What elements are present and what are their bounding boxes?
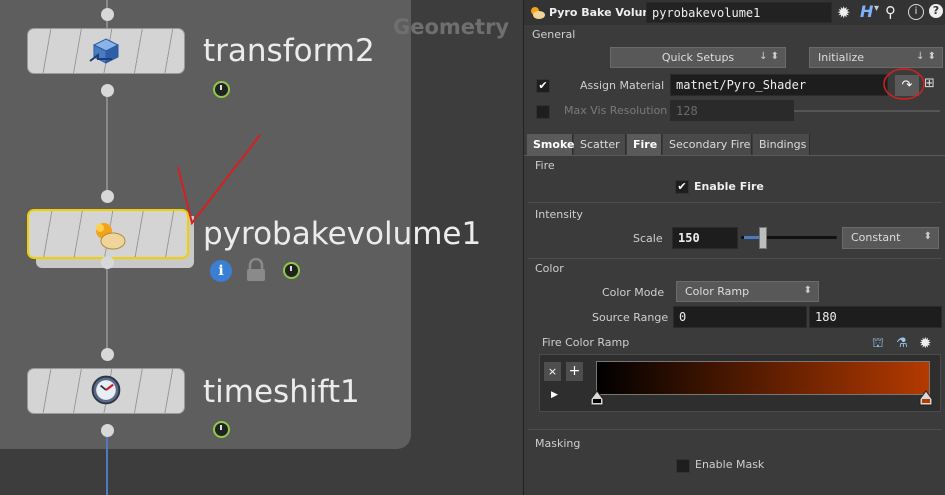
info-icon[interactable]: i [908, 4, 924, 20]
enable-mask-label: Enable Mask [695, 458, 765, 471]
lock-icon[interactable] [245, 258, 267, 282]
color-ramp-gradient[interactable] [596, 361, 930, 395]
input-connector[interactable] [101, 8, 114, 21]
ramp-preset-icon[interactable]: ⛫ [872, 336, 884, 353]
divider [528, 258, 942, 259]
assign-material-checkbox[interactable]: ✔ [536, 79, 550, 93]
info-icon[interactable]: i [210, 260, 232, 282]
wire [106, 430, 108, 495]
node-pyrobakevolume1[interactable] [27, 209, 189, 259]
ramp-key-start[interactable] [590, 390, 604, 406]
node-timeshift1[interactable] [27, 368, 185, 414]
transform-icon [89, 38, 120, 64]
node-name-transform2: transform2 [203, 33, 375, 69]
scale-slider-fill [744, 236, 760, 239]
quick-setups-label: Quick Setups [661, 51, 735, 64]
divider [528, 202, 942, 203]
node-name-field[interactable]: pyrobakevolume1 [646, 2, 832, 23]
wire [106, 262, 108, 354]
network-editor[interactable]: Geometry transform2 pyrobakevolume1 i ti… [0, 0, 523, 495]
input-connector[interactable] [101, 348, 114, 361]
annotation-circle [883, 68, 925, 100]
initialize-label: Initialize [818, 51, 865, 64]
color-mode-label: Color Mode [602, 286, 665, 299]
node-type-label: Pyro Bake Volume [549, 6, 662, 19]
input-connector[interactable] [101, 190, 114, 203]
parameter-pane: Pyro Bake Volume pyrobakevolume1 ✹ H ▾ ⚲… [523, 0, 945, 495]
output-connector[interactable] [101, 424, 114, 437]
clock-icon [213, 421, 230, 438]
scale-slider-handle[interactable] [759, 227, 767, 249]
ramp-remove-key-button[interactable]: × [544, 362, 561, 381]
annotation-check-mark [177, 134, 261, 226]
help-h-icon[interactable]: H [860, 2, 873, 21]
node-name-timeshift1: timeshift1 [203, 374, 360, 410]
enable-fire-checkbox[interactable]: ✔ [675, 180, 689, 194]
help-icon[interactable]: ? [929, 4, 943, 18]
section-general-title: General [532, 28, 576, 41]
wire [106, 90, 108, 196]
node-transform2[interactable] [27, 28, 185, 74]
initialize-menu[interactable]: Initialize ↓ ⬍ [809, 47, 943, 68]
source-range-min-field[interactable]: 0 [673, 306, 807, 328]
output-connector[interactable] [101, 84, 114, 97]
chevron-down-icon: ⬍ [803, 285, 812, 296]
gear-icon[interactable]: ✹ [919, 334, 932, 352]
context-label: Geometry [393, 15, 510, 39]
fire-color-ramp-label: Fire Color Ramp [542, 336, 630, 349]
color-mode-value: Color Ramp [685, 285, 750, 298]
section-intensity-title: Intensity [535, 208, 583, 221]
section-color-title: Color [535, 262, 564, 275]
clock-icon [283, 262, 300, 279]
chevron-down-icon: ↓ ⬍ [916, 51, 936, 62]
section-masking-title: Masking [535, 437, 581, 450]
output-connector[interactable] [101, 256, 114, 269]
search-icon[interactable]: ⚲ [885, 3, 896, 21]
section-fire-title: Fire [535, 159, 555, 172]
max-vis-slider-track[interactable] [794, 110, 940, 112]
chevron-down-icon[interactable]: ▾ [874, 3, 879, 14]
ramp-expand-icon[interactable]: ▶ [551, 390, 558, 400]
max-vis-field[interactable]: 128 [670, 100, 794, 121]
ramp-key-end[interactable] [919, 390, 933, 406]
chevron-down-icon: ⬍ [923, 231, 932, 242]
pyro-bake-icon [96, 223, 126, 250]
pyro-bake-icon [531, 7, 545, 19]
chevron-down-icon: ↓ ⬍ [759, 51, 779, 62]
source-range-label: Source Range [592, 311, 669, 324]
scale-mode-menu[interactable]: Constant ⬍ [842, 227, 939, 249]
timeshift-icon [91, 375, 121, 405]
tab-fire[interactable]: Fire [627, 134, 662, 155]
max-vis-label: Max Vis Resolution [564, 104, 668, 117]
tab-divider [524, 155, 945, 156]
clock-icon [213, 81, 230, 98]
tab-smoke[interactable]: Smoke [527, 134, 574, 155]
color-mode-menu[interactable]: Color Ramp ⬍ [676, 281, 819, 302]
divider [528, 429, 942, 430]
scale-field[interactable]: 150 [672, 227, 738, 249]
assign-material-label: Assign Material [580, 79, 665, 92]
ramp-color-picker-icon[interactable]: ⚗ [896, 336, 908, 351]
scale-mode-label: Constant [851, 231, 901, 244]
gear-icon[interactable]: ✹ [837, 3, 850, 22]
tab-bindings[interactable]: Bindings [753, 134, 810, 155]
tab-scatter[interactable]: Scatter [574, 134, 626, 155]
max-vis-checkbox[interactable] [536, 105, 550, 119]
ramp-add-key-button[interactable]: + [566, 362, 583, 381]
enable-fire-label: Enable Fire [694, 180, 764, 193]
parameter-header: Pyro Bake Volume pyrobakevolume1 ✹ H ▾ ⚲… [524, 0, 945, 25]
quick-setups-menu[interactable]: Quick Setups ↓ ⬍ [610, 47, 786, 68]
tab-secondary-fire[interactable]: Secondary Fire [663, 134, 752, 155]
scale-label: Scale [633, 232, 663, 245]
assign-material-field[interactable]: matnet/Pyro_Shader [670, 74, 888, 96]
enable-mask-checkbox[interactable] [676, 459, 690, 473]
source-range-max-field[interactable]: 180 [809, 306, 942, 328]
